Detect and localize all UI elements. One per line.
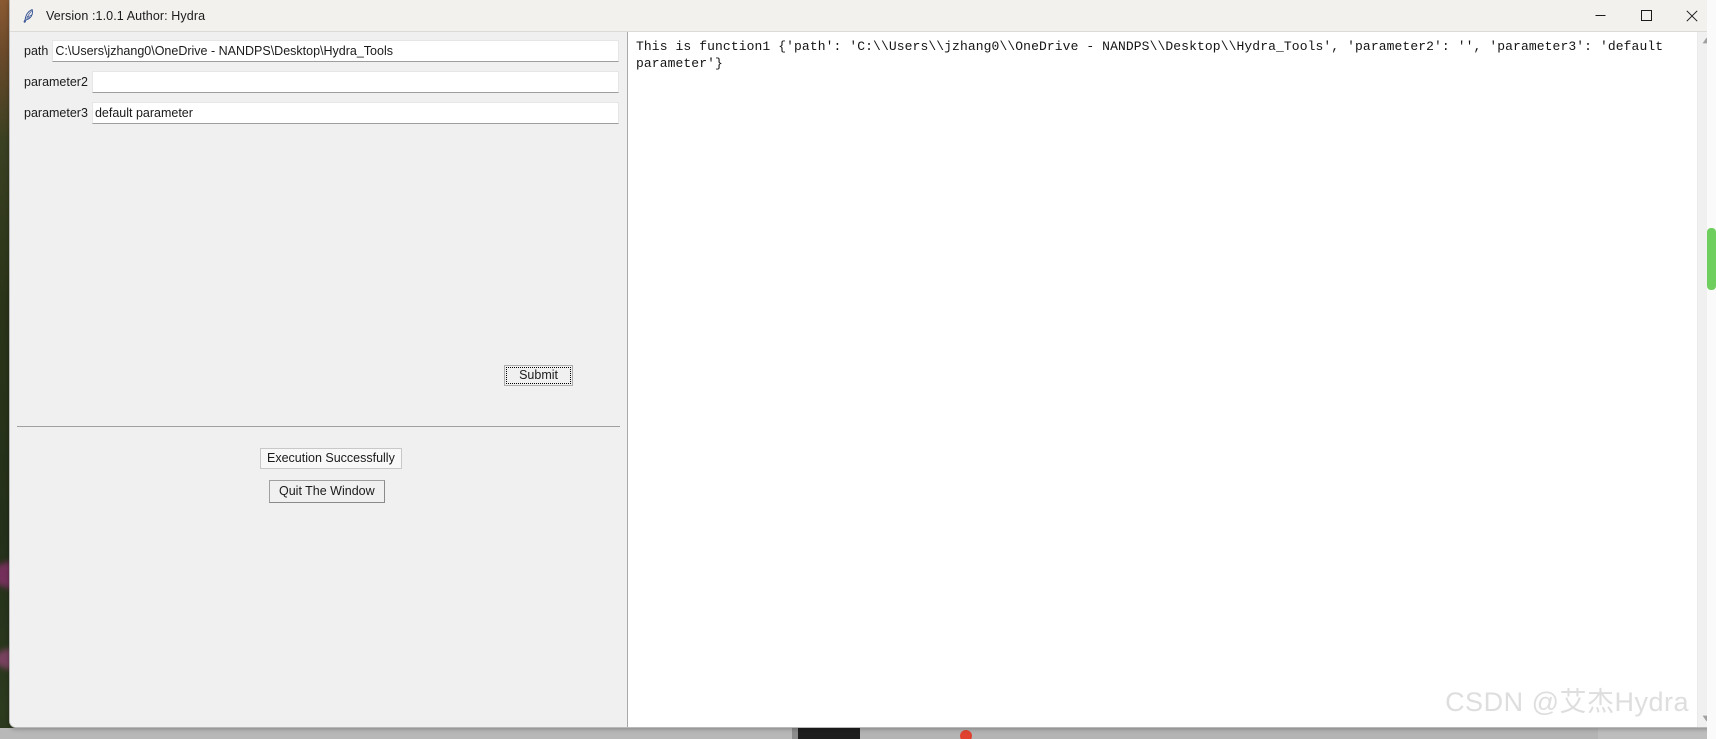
parameter2-label: parameter2 [24,75,88,89]
parameter3-input[interactable] [91,102,619,124]
feather-icon [23,8,33,23]
form-row-path: path [10,37,627,65]
application-window: Version :1.0.1 Author: Hydra path C:\Use… [9,0,1716,728]
page-scrollbar-track[interactable] [1707,0,1716,739]
path-label: path [24,44,49,58]
parameter-form: path parameter2 parameter3 Submit [10,32,627,426]
taskbar-segment[interactable] [0,728,792,739]
close-icon [1686,9,1698,22]
left-pane: path parameter2 parameter3 Submit Execut [10,32,628,727]
form-row-parameter2: parameter2 [10,68,627,96]
status-area: Execution Successfully Quit The Window [10,427,627,727]
submit-button-wrapper: Submit [504,365,573,386]
submit-button[interactable]: Submit [504,365,573,386]
execution-status-label: Execution Successfully [260,448,402,469]
taskbar-item-accent[interactable] [860,728,1598,739]
maximize-icon [1640,10,1652,21]
title-bar[interactable]: Version :1.0.1 Author: Hydra [10,0,1715,32]
page-scrollbar-thumb[interactable] [1707,228,1716,290]
form-row-parameter3: parameter3 [10,99,627,127]
taskbar-tray[interactable] [1598,728,1716,739]
parameter2-input[interactable] [91,71,619,93]
taskbar-notification-dot [960,730,972,739]
window-controls [1577,0,1715,31]
taskbar[interactable] [0,728,1716,739]
quit-window-button[interactable]: Quit The Window [269,480,385,503]
path-input[interactable] [52,40,619,62]
minimize-button[interactable] [1577,0,1623,31]
parameter3-label: parameter3 [24,106,88,120]
output-text[interactable]: This is function1 {'path': 'C:\\Users\\j… [628,32,1697,727]
window-title: Version :1.0.1 Author: Hydra [46,8,206,23]
output-pane: This is function1 {'path': 'C:\\Users\\j… [628,32,1715,727]
minimize-icon [1595,15,1605,16]
csdn-watermark: CSDN @艾杰Hydra [1445,687,1689,717]
taskbar-item-dark[interactable] [798,728,860,739]
window-body: path parameter2 parameter3 Submit Execut [10,32,1715,727]
maximize-button[interactable] [1623,0,1669,31]
